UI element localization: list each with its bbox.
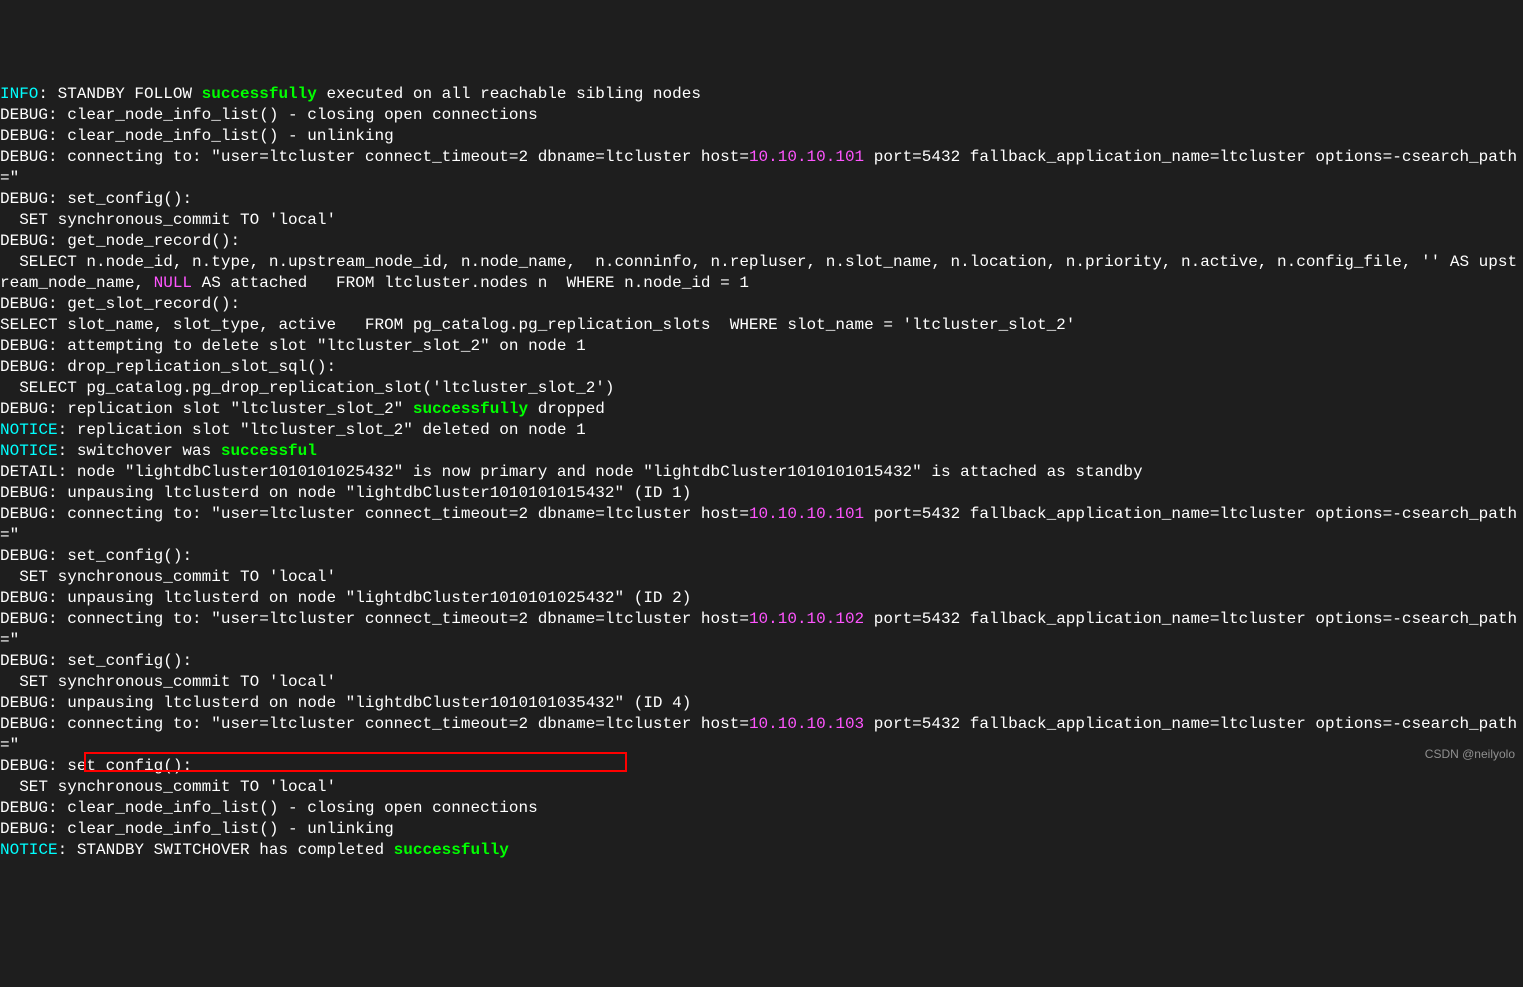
log-segment: DEBUG [0,589,48,607]
log-segment: DEBUG [0,484,48,502]
log-segment: AS attached FROM ltcluster.nodes n WHERE… [192,274,749,292]
log-segment: executed on all reachable sibling nodes [317,85,701,103]
log-segment: SET synchronous_commit TO 'local' [0,673,336,691]
log-segment: : clear_node_info_list() - closing open … [48,799,538,817]
log-segment: DEBUG [0,106,48,124]
log-segment: : clear_node_info_list() - closing open … [48,106,538,124]
log-segment: : clear_node_info_list() - unlinking [48,820,394,838]
log-segment: NULL [154,274,192,292]
log-segment: SELECT pg_catalog.pg_drop_replication_sl… [0,379,615,397]
log-segment: SET synchronous_commit TO 'local' [0,568,336,586]
log-segment: NOTICE [0,421,58,439]
log-segment: : replication slot "ltcluster_slot_2" [48,400,413,418]
log-segment: : drop_replication_slot_sql(): [48,358,336,376]
log-segment: NOTICE [0,442,58,460]
log-segment: DEBUG [0,547,48,565]
log-segment: : STANDBY FOLLOW [38,85,201,103]
log-segment: : set_config(): [48,547,192,565]
watermark-text: CSDN @neilyolo [1425,744,1515,765]
log-segment: : connecting to: "user=ltcluster connect… [48,148,749,166]
log-segment: : STANDBY SWITCHOVER has completed [58,841,394,859]
log-segment: : replication slot "ltcluster_slot_2" de… [58,421,586,439]
log-segment: DEBUG [0,505,48,523]
log-segment: : unpausing ltclusterd on node "lightdbC… [48,484,691,502]
log-segment: INFO [0,85,38,103]
log-segment: SET synchronous_commit TO 'local' [0,778,336,796]
log-segment: : connecting to: "user=ltcluster connect… [48,610,749,628]
log-segment: : connecting to: "user=ltcluster connect… [48,715,749,733]
log-segment: DEBUG [0,820,48,838]
log-segment: NOTICE [0,841,58,859]
log-segment: : set_config(): [48,190,192,208]
log-segment: DEBUG [0,799,48,817]
log-segment: : get_node_record(): [48,232,240,250]
log-segment: DEBUG [0,400,48,418]
terminal-output[interactable]: INFO: STANDBY FOLLOW successfully execut… [0,84,1523,861]
log-segment: DETAIL [0,463,58,481]
log-segment: : unpausing ltclusterd on node "lightdbC… [48,694,691,712]
log-segment: 10.10.10.101 [749,148,864,166]
log-segment: DEBUG [0,358,48,376]
log-segment: DEBUG [0,232,48,250]
log-segment: SET synchronous_commit TO 'local' [0,211,336,229]
log-segment: DEBUG [0,295,48,313]
log-segment: : unpausing ltclusterd on node "lightdbC… [48,589,691,607]
log-segment: DEBUG [0,190,48,208]
log-segment: : set_config(): [48,757,192,775]
log-segment: DEBUG [0,127,48,145]
log-segment: DEBUG [0,715,48,733]
log-segment: : connecting to: "user=ltcluster connect… [48,505,749,523]
log-segment: : get_slot_record(): [48,295,240,313]
log-segment: : clear_node_info_list() - unlinking [48,127,394,145]
log-segment: DEBUG [0,652,48,670]
log-segment: successfully [202,85,317,103]
log-segment: : node "lightdbCluster1010101025432" is … [58,463,1143,481]
log-segment: : switchover was [58,442,221,460]
log-segment: DEBUG [0,337,48,355]
log-segment: 10.10.10.101 [749,505,864,523]
log-segment: DEBUG [0,148,48,166]
log-segment: successful [221,442,317,460]
log-segment: DEBUG [0,694,48,712]
log-segment: DEBUG [0,610,48,628]
log-segment: DEBUG [0,757,48,775]
log-segment: successfully [413,400,528,418]
log-segment: : set_config(): [48,652,192,670]
log-segment: : attempting to delete slot "ltcluster_s… [48,337,586,355]
log-segment: successfully [394,841,509,859]
log-segment: 10.10.10.102 [749,610,864,628]
log-segment: SELECT slot_name, slot_type, active FROM… [0,316,1075,334]
log-segment: 10.10.10.103 [749,715,864,733]
log-segment: dropped [528,400,605,418]
